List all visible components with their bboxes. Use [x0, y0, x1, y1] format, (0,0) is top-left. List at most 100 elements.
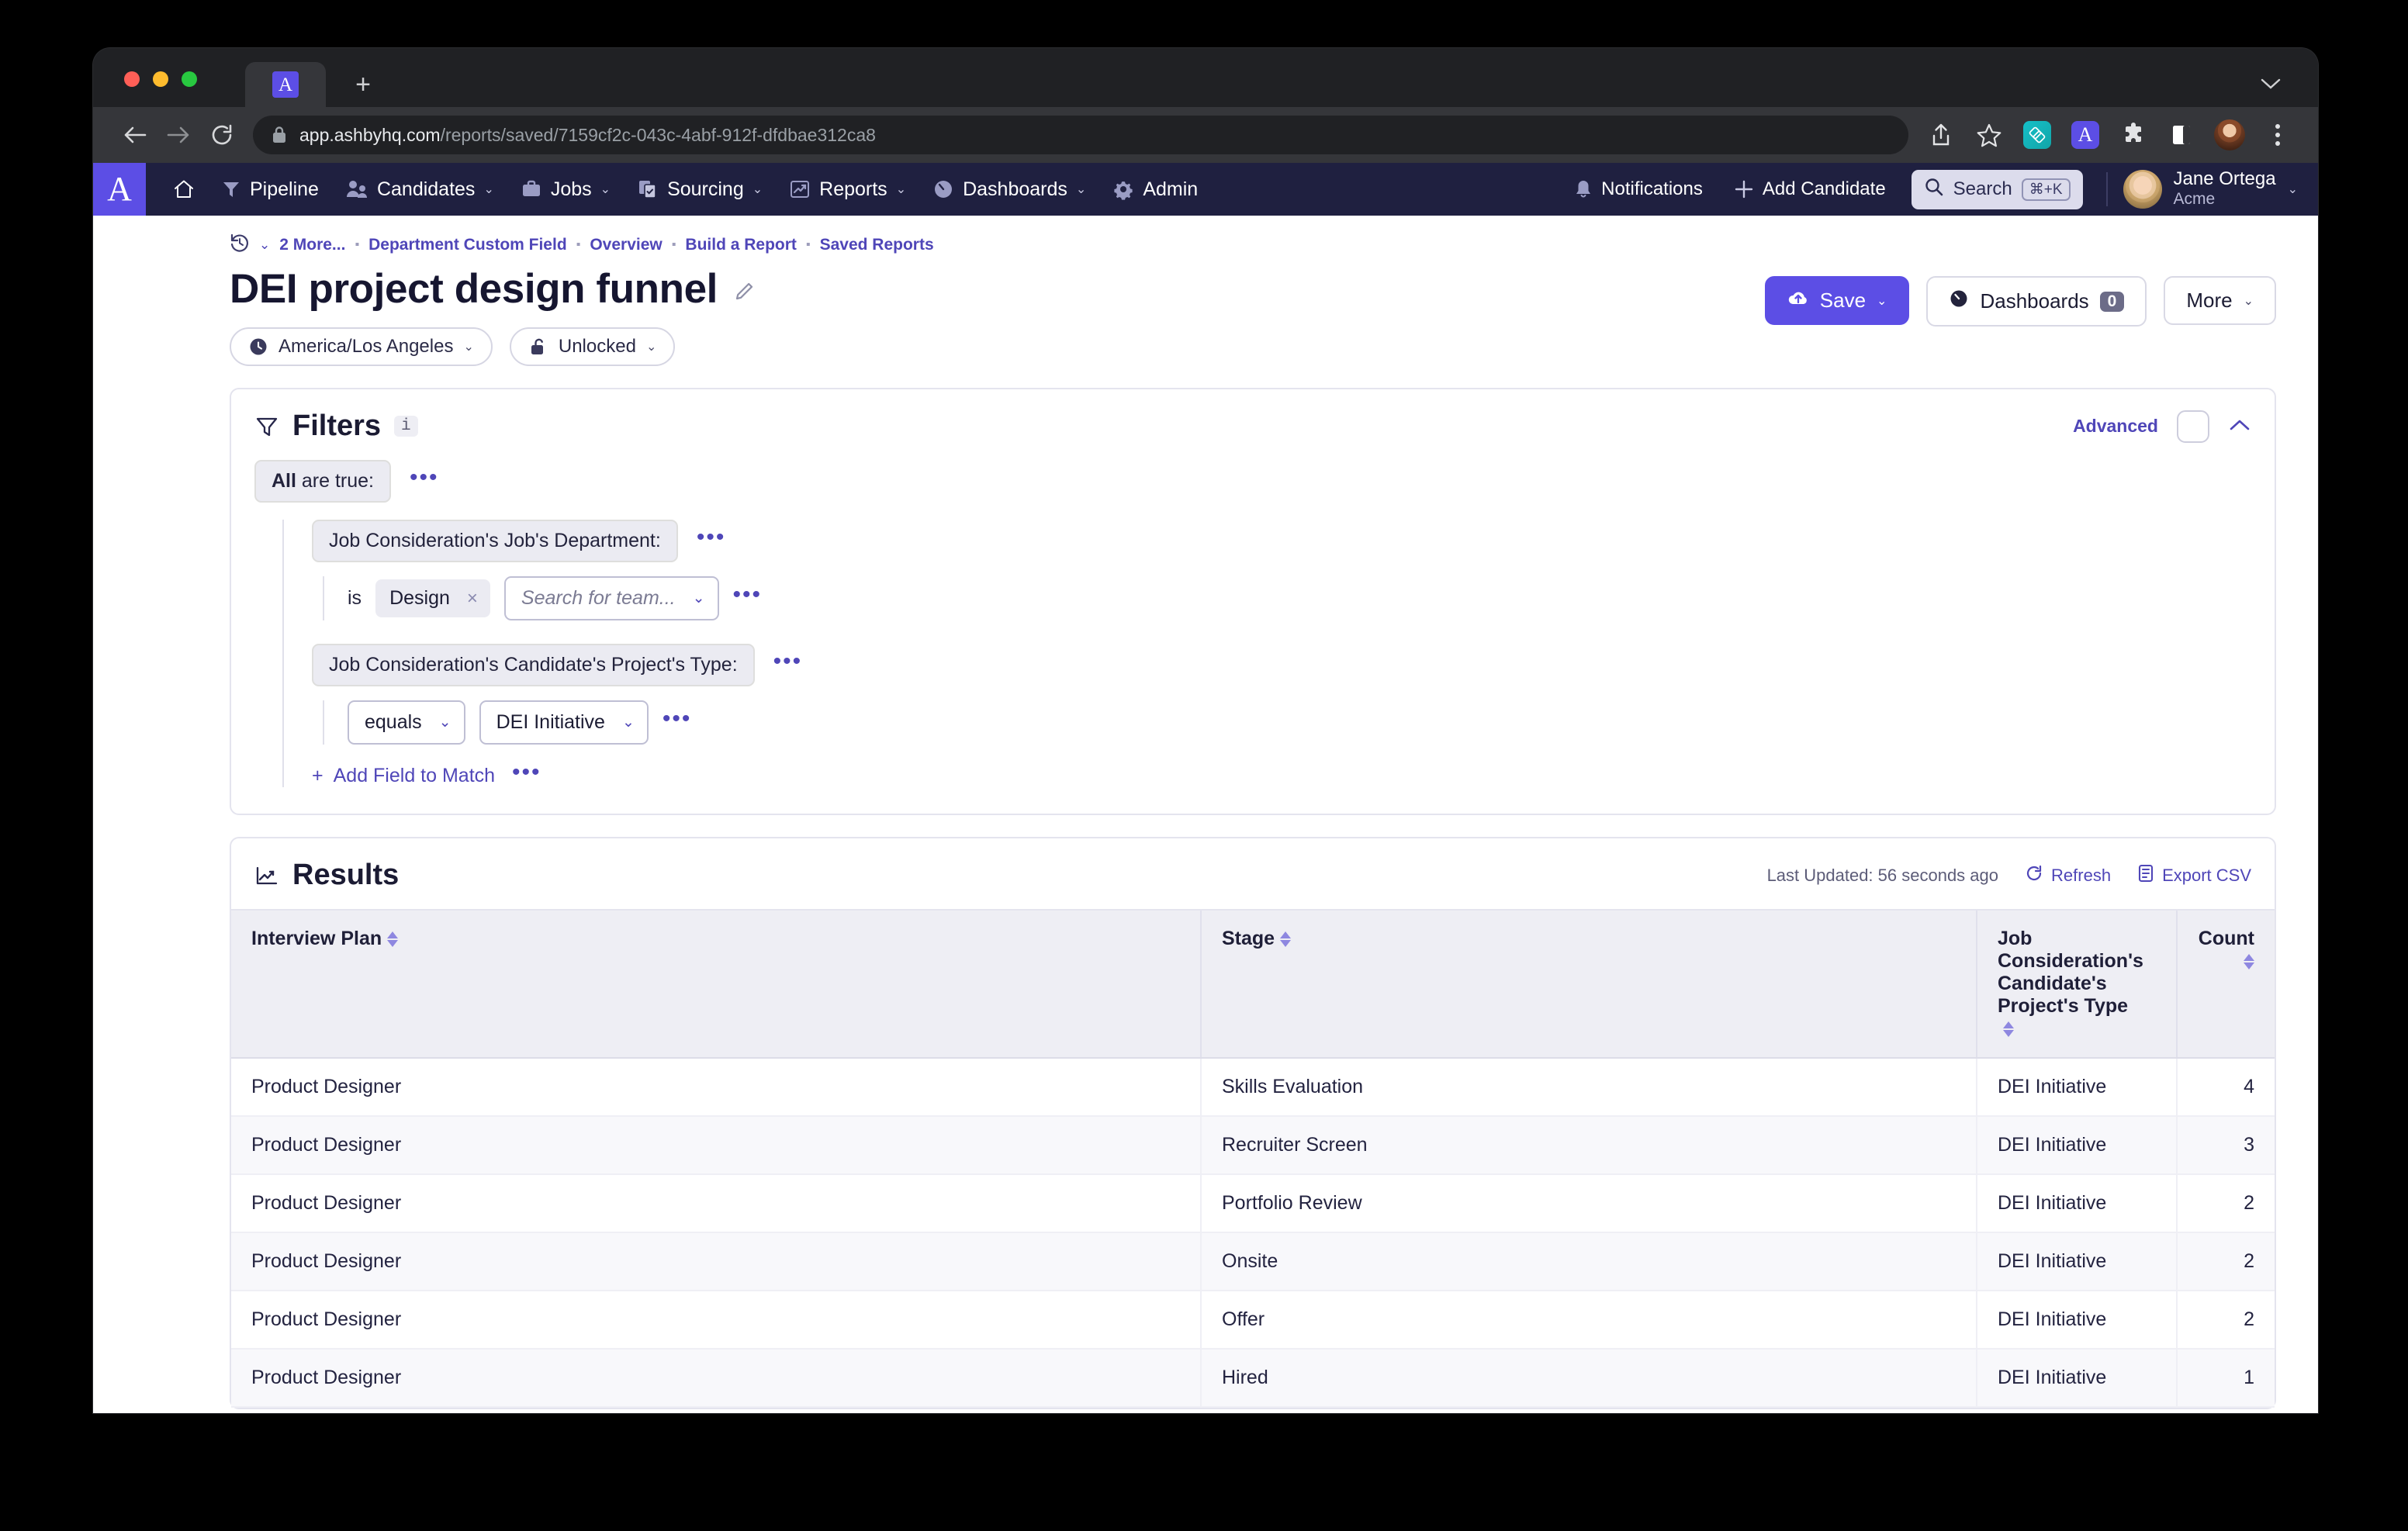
save-button-label: Save — [1820, 289, 1866, 313]
save-button[interactable]: Save ⌄ — [1765, 276, 1910, 325]
extension-ashby-icon[interactable]: A — [2065, 115, 2105, 155]
reload-icon[interactable] — [200, 113, 244, 157]
filter-value-1-menu-icon[interactable]: ••• — [733, 590, 763, 607]
filter-field-label-2[interactable]: Job Consideration's Candidate's Project'… — [312, 644, 755, 686]
filter-value-2-menu-icon[interactable]: ••• — [663, 714, 692, 731]
filter-operator-select[interactable]: equals ⌄ — [348, 700, 465, 745]
browser-tab-strip: A + — [93, 48, 2318, 107]
table-row[interactable]: Product Designer Skills Evaluation DEI I… — [231, 1058, 2275, 1116]
advanced-label: Advanced — [2073, 416, 2158, 437]
back-icon[interactable] — [113, 113, 157, 157]
filter-condition-1-header: Job Consideration's Job's Department: ••… — [312, 520, 2251, 562]
filter-group-label[interactable]: All are true: — [254, 460, 391, 503]
bookmark-star-icon[interactable] — [1969, 115, 2009, 155]
nav-item-add-candidate[interactable]: Add Candidate — [1721, 172, 1899, 206]
column-header-count[interactable]: Count — [2177, 910, 2275, 1058]
column-header-stage[interactable]: Stage — [1201, 910, 1977, 1058]
nav-item-jobs[interactable]: Jobs ⌄ — [507, 172, 624, 207]
chevron-down-icon: ⌄ — [646, 339, 656, 354]
chart-icon — [789, 178, 811, 200]
browser-menu-icon[interactable] — [2258, 115, 2298, 155]
add-field-menu-icon[interactable]: ••• — [512, 768, 541, 785]
cell-stage: Onsite — [1201, 1232, 1977, 1291]
edit-pencil-icon[interactable] — [733, 265, 756, 313]
plus-icon: + — [312, 765, 323, 787]
ashby-favicon-icon: A — [272, 71, 299, 98]
cell-count: 2 — [2177, 1232, 2275, 1291]
breadcrumb-more[interactable]: 2 More... — [279, 236, 345, 254]
column-header-project-type[interactable]: Job Consideration's Candidate's Project'… — [1977, 910, 2177, 1058]
kebab-glyph — [2275, 124, 2280, 146]
address-bar[interactable]: app.ashbyhq.com/reports/saved/7159cf2c-0… — [253, 116, 1908, 154]
breadcrumb-item-overview[interactable]: Overview — [590, 236, 662, 254]
chevron-down-icon[interactable] — [2261, 78, 2281, 94]
export-csv-button[interactable]: Export CSV — [2137, 864, 2251, 887]
browser-tab-ashby[interactable]: A — [245, 62, 326, 107]
breadcrumb-item-saved-reports[interactable]: Saved Reports — [820, 236, 934, 254]
team-search-select[interactable]: Search for team... ⌄ — [504, 576, 719, 620]
more-button[interactable]: More ⌄ — [2164, 276, 2276, 325]
breadcrumb-item-department-custom-field[interactable]: Department Custom Field — [368, 236, 567, 254]
puzzle-icon[interactable] — [2113, 115, 2154, 155]
forward-icon[interactable] — [157, 113, 200, 157]
filter-value-select[interactable]: DEI Initiative ⌄ — [479, 700, 649, 745]
refresh-label: Refresh — [2051, 866, 2111, 886]
table-row[interactable]: Product Designer Hired DEI Initiative 1 — [231, 1349, 2275, 1407]
cell-interview-plan: Product Designer — [231, 1058, 1201, 1116]
table-row[interactable]: Product Designer Recruiter Screen DEI In… — [231, 1116, 2275, 1174]
app-top-nav: A Pipeline — [93, 163, 2318, 216]
history-icon[interactable] — [230, 233, 250, 257]
advanced-toggle[interactable] — [2177, 410, 2209, 443]
share-icon[interactable] — [1921, 115, 1961, 155]
add-field-to-match-button[interactable]: + Add Field to Match — [312, 765, 495, 787]
table-row[interactable]: Product Designer Offer DEI Initiative 2 — [231, 1291, 2275, 1349]
filters-header-actions: Advanced — [2073, 410, 2251, 443]
collapse-filters-icon[interactable] — [2228, 414, 2251, 438]
maximize-window-button[interactable] — [182, 71, 197, 87]
profile-avatar[interactable] — [2209, 115, 2250, 155]
extension-teal-icon[interactable] — [2017, 115, 2057, 155]
chevron-down-icon[interactable]: ⌄ — [259, 237, 270, 253]
sort-arrows-icon[interactable] — [2244, 954, 2254, 969]
user-menu-button[interactable]: Jane Ortega Acme ⌄ — [2123, 169, 2299, 209]
search-shortcut-badge: ⌘+K — [2022, 178, 2071, 201]
nav-item-candidates[interactable]: Candidates ⌄ — [332, 172, 507, 207]
filter-condition-1-menu-icon[interactable]: ••• — [697, 533, 726, 550]
new-tab-button[interactable]: + — [349, 73, 377, 101]
table-row[interactable]: Product Designer Portfolio Review DEI In… — [231, 1174, 2275, 1232]
filter-value-token-design[interactable]: Design × — [375, 579, 490, 617]
chart-line-icon — [254, 863, 279, 888]
breadcrumb-item-build-a-report[interactable]: Build a Report — [685, 236, 797, 254]
table-row[interactable]: Product Designer Onsite DEI Initiative 2 — [231, 1232, 2275, 1291]
dashboards-button[interactable]: Dashboards 0 — [1926, 276, 2147, 327]
url-host: app.ashbyhq.com — [299, 125, 441, 145]
nav-item-pipeline[interactable]: Pipeline — [208, 172, 332, 207]
filter-field-label-1[interactable]: Job Consideration's Job's Department: — [312, 520, 678, 562]
dashboards-count-badge: 0 — [2100, 292, 2125, 312]
sort-arrows-icon[interactable] — [2003, 1021, 2014, 1037]
lock-state-selector[interactable]: Unlocked ⌄ — [510, 327, 675, 366]
nav-item-notifications[interactable]: Notifications — [1561, 172, 1716, 206]
nav-item-reports[interactable]: Reports ⌄ — [776, 172, 919, 207]
cell-count: 4 — [2177, 1058, 2275, 1116]
filter-group-menu-icon[interactable]: ••• — [410, 473, 439, 490]
nav-item-admin[interactable]: Admin — [1099, 172, 1211, 207]
global-search-button[interactable]: Search ⌘+K — [1912, 170, 2083, 209]
sort-arrows-icon[interactable] — [387, 931, 398, 947]
nav-item-home[interactable] — [160, 172, 208, 206]
filter-condition-2-menu-icon[interactable]: ••• — [773, 657, 803, 674]
minimize-window-button[interactable] — [153, 71, 168, 87]
sort-arrows-icon[interactable] — [1280, 931, 1291, 947]
window-controls[interactable] — [124, 71, 197, 87]
nav-item-sourcing[interactable]: Sourcing ⌄ — [624, 172, 776, 207]
timezone-selector[interactable]: America/Los Angeles ⌄ — [230, 327, 493, 366]
refresh-button[interactable]: Refresh — [2025, 864, 2111, 887]
ashby-logo-icon[interactable]: A — [93, 163, 146, 216]
sidebar-icon[interactable] — [2161, 115, 2202, 155]
column-header-interview-plan[interactable]: Interview Plan — [231, 910, 1201, 1058]
close-icon[interactable]: × — [467, 588, 478, 610]
close-window-button[interactable] — [124, 71, 140, 87]
results-card-header: Results Last Updated: 56 seconds ago Ref… — [231, 838, 2275, 909]
nav-item-dashboards[interactable]: Dashboards ⌄ — [919, 172, 1099, 207]
info-icon[interactable]: i — [394, 416, 418, 437]
